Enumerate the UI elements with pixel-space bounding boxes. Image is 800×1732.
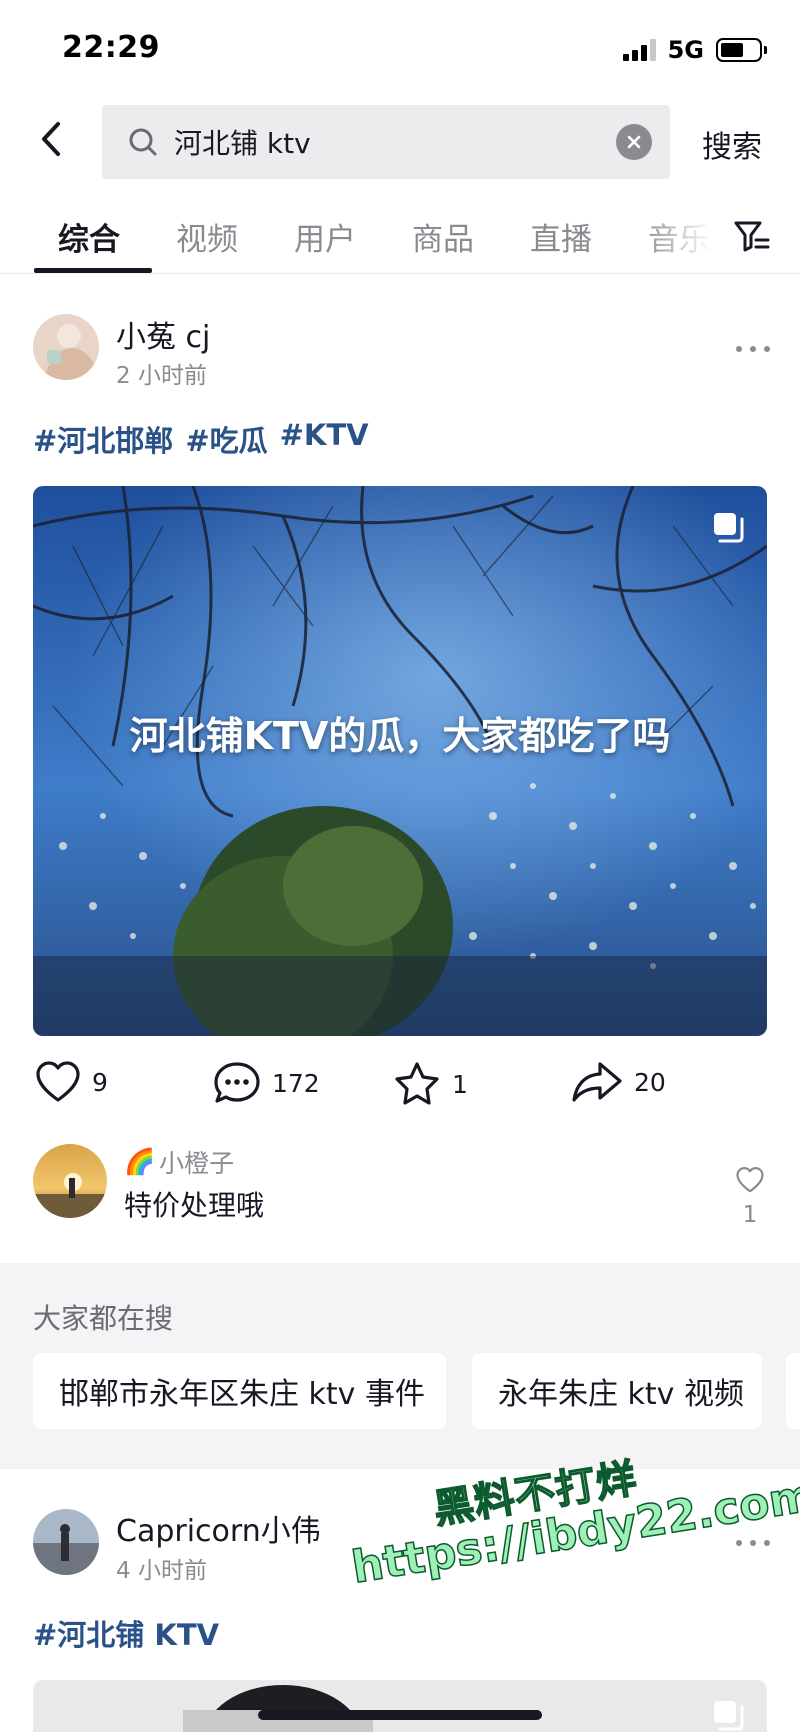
hashtag-link[interactable]: #KTV xyxy=(280,418,369,460)
comment-like-button[interactable]: 1 xyxy=(732,1166,768,1228)
battery-icon xyxy=(716,38,767,62)
search-icon xyxy=(129,128,157,156)
search-query[interactable]: 河北铺 ktv xyxy=(174,122,616,162)
search-header: 河北铺 ktv 搜索 xyxy=(0,100,800,180)
filter-icon[interactable] xyxy=(732,216,772,256)
clear-icon[interactable] xyxy=(616,124,652,160)
tab-products[interactable]: 商品 xyxy=(412,214,474,259)
tabs-fade xyxy=(640,200,730,270)
comment-icon xyxy=(214,1062,260,1103)
avatar[interactable] xyxy=(33,314,99,380)
comment-button[interactable]: 172 xyxy=(212,1060,320,1106)
suggestion-chip[interactable]: 邯郸市永年区朱庄 ktv 事件 xyxy=(33,1353,446,1429)
avatar[interactable] xyxy=(33,1509,99,1575)
network-type: 5G xyxy=(667,36,704,64)
tab-users[interactable]: 用户 xyxy=(294,214,356,259)
tab-live[interactable]: 直播 xyxy=(530,214,592,259)
hashtag-link[interactable]: #吃瓜 xyxy=(185,418,267,460)
suggestion-chip-overflow[interactable] xyxy=(786,1353,800,1429)
post-cover-image[interactable]: 河北铺KTV的瓜，大家都吃了吗 xyxy=(33,486,767,1036)
commenter-avatar[interactable] xyxy=(33,1144,107,1218)
author-name[interactable]: Capricorn小伟 xyxy=(116,1506,321,1550)
rainbow-emoji: 🌈 xyxy=(124,1147,156,1176)
heart-icon xyxy=(736,1167,764,1193)
status-time: 22:29 xyxy=(62,30,160,65)
commenter-name: 小橙子 xyxy=(159,1149,235,1178)
hashtag-link[interactable]: #河北铺 KTV xyxy=(33,1612,219,1654)
star-icon xyxy=(395,1062,439,1105)
more-options-button[interactable] xyxy=(736,339,770,359)
suggestion-chip[interactable]: 永年朱庄 ktv 视频 xyxy=(472,1353,762,1429)
post-time: 2 小时前 xyxy=(116,363,207,389)
hashtags: #河北铺 KTV xyxy=(33,1612,219,1654)
cover-caption: 河北铺KTV的瓜，大家都吃了吗 xyxy=(129,714,671,758)
commenter-name-row[interactable]: 🌈 小橙子 xyxy=(124,1144,234,1180)
watermark-url: https://ibdy22.com xyxy=(348,1469,800,1594)
status-bar: 22:29 5G xyxy=(0,0,800,100)
hashtag-link[interactable]: #河北邯郸 xyxy=(33,418,173,460)
more-options-button[interactable] xyxy=(736,1533,770,1553)
suggested-searches-title: 大家都在搜 xyxy=(33,1302,174,1335)
post-actions: 9 172 1 20 xyxy=(0,1060,800,1120)
home-indicator[interactable] xyxy=(258,1710,542,1720)
search-button[interactable]: 搜索 xyxy=(702,122,762,166)
share-count: 20 xyxy=(634,1067,666,1097)
result-tabs: 综合 视频 用户 商品 直播 音乐 xyxy=(0,200,800,274)
share-button[interactable]: 20 xyxy=(570,1060,666,1104)
multi-image-icon xyxy=(714,1701,744,1731)
author-name[interactable]: 小菟 cj xyxy=(116,312,210,356)
heart-icon xyxy=(36,1061,80,1102)
comment-text: 特价处理哦 xyxy=(124,1189,265,1222)
back-button[interactable] xyxy=(32,114,72,164)
post-time: 4 小时前 xyxy=(116,1558,207,1584)
back-arrow-icon xyxy=(42,122,60,156)
favorite-count: 1 xyxy=(452,1069,468,1099)
like-count: 9 xyxy=(92,1067,108,1097)
active-tab-indicator xyxy=(34,268,152,273)
search-input[interactable]: 河北铺 ktv xyxy=(102,105,670,179)
tab-comprehensive[interactable]: 综合 xyxy=(58,214,120,259)
like-button[interactable]: 9 xyxy=(34,1060,108,1104)
suggested-searches: 大家都在搜 邯郸市永年区朱庄 ktv 事件 永年朱庄 ktv 视频 xyxy=(0,1263,800,1469)
tab-video[interactable]: 视频 xyxy=(176,214,238,259)
comment-count: 172 xyxy=(272,1068,320,1098)
hashtags: #河北邯郸 #吃瓜 #KTV xyxy=(33,418,369,460)
status-indicators: 5G xyxy=(622,36,767,64)
comment-like-count: 1 xyxy=(742,1202,758,1228)
multi-image-icon xyxy=(714,513,744,543)
signal-icon xyxy=(622,39,656,61)
post-cover-image[interactable] xyxy=(33,1680,767,1732)
share-icon xyxy=(572,1062,622,1102)
favorite-button[interactable]: 1 xyxy=(392,1060,468,1108)
top-comment: 🌈 小橙子 特价处理哦 1 xyxy=(0,1140,800,1250)
